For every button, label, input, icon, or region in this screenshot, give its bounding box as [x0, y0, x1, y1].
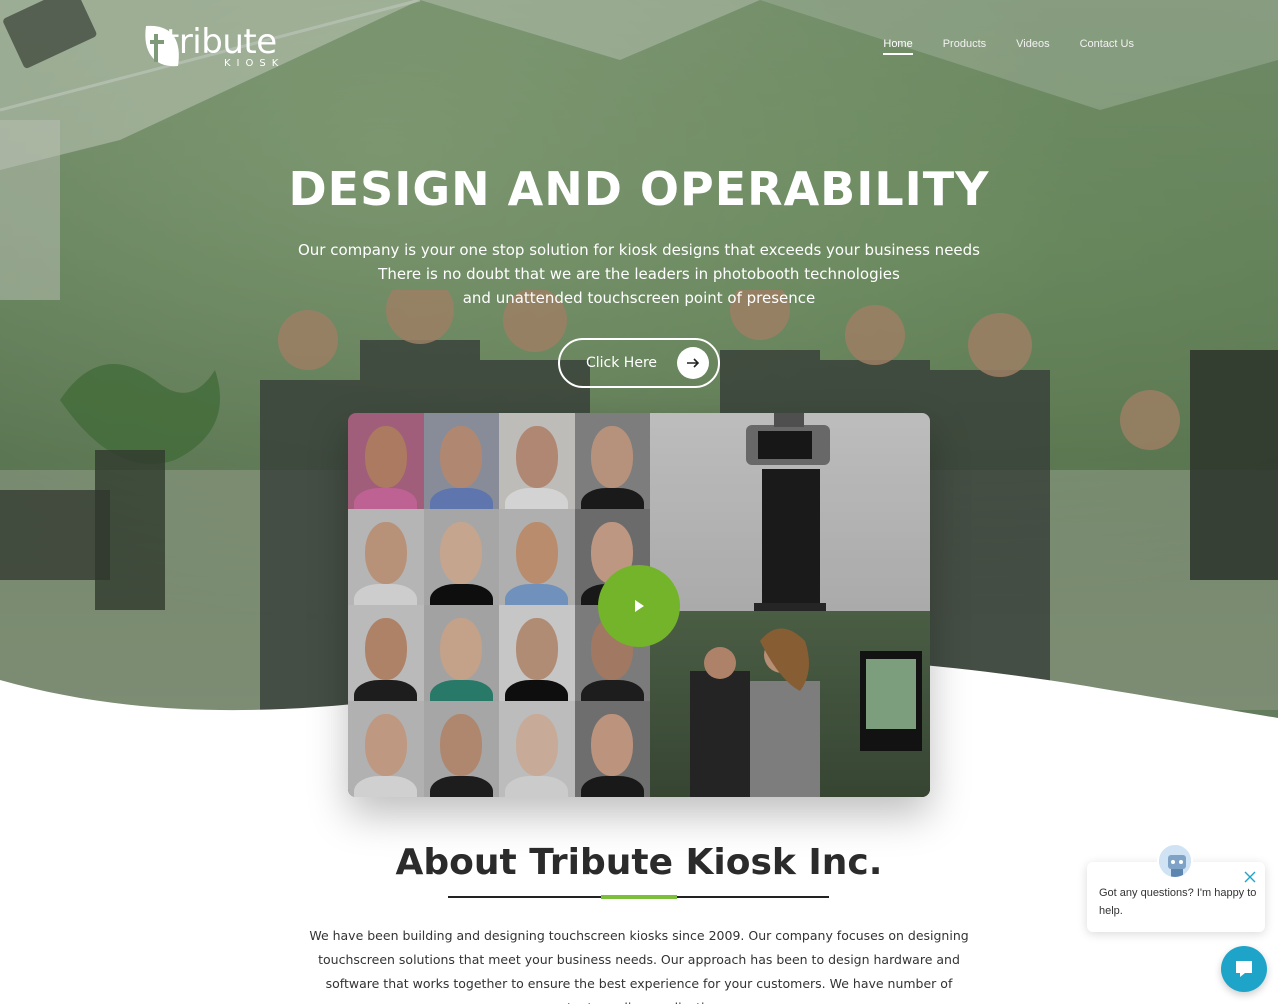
click-here-button[interactable]: Click Here [558, 338, 720, 388]
hero-subtitle: Our company is your one stop solution fo… [0, 238, 1278, 310]
chat-launcher-button[interactable] [1221, 946, 1267, 992]
about-title-accent [601, 895, 677, 899]
nav-products[interactable]: Products [943, 38, 986, 55]
close-icon[interactable] [1243, 870, 1257, 884]
chat-agent-avatar [1157, 843, 1193, 879]
hero-line-3: and unattended touchscreen point of pres… [462, 289, 816, 307]
hero-title: DESIGN AND OPERABILITY [288, 162, 990, 216]
click-here-label: Click Here [586, 355, 658, 371]
hero-line-1: Our company is your one stop solution fo… [297, 241, 980, 259]
play-button[interactable] [598, 565, 680, 647]
chat-bubble-icon [1236, 961, 1252, 977]
hero-line-2: There is no doubt that we are the leader… [378, 265, 900, 283]
nav-contact-us[interactable]: Contact Us [1080, 38, 1134, 55]
video-player[interactable] [348, 413, 930, 797]
nav-home[interactable]: Home [883, 38, 913, 55]
main-nav: Home Products Videos Contact Us [883, 38, 1134, 55]
play-icon [635, 600, 644, 612]
arrow-right-icon [677, 347, 709, 379]
about-body: We have been building and designing touc… [309, 928, 969, 1004]
chat-greeting-text: Got any questions? I'm happy to help. [1099, 887, 1257, 917]
logo-subtitle: KIOSK [224, 58, 285, 69]
logo[interactable]: tribute KIOSK [142, 20, 287, 72]
nav-videos[interactable]: Videos [1016, 38, 1049, 55]
